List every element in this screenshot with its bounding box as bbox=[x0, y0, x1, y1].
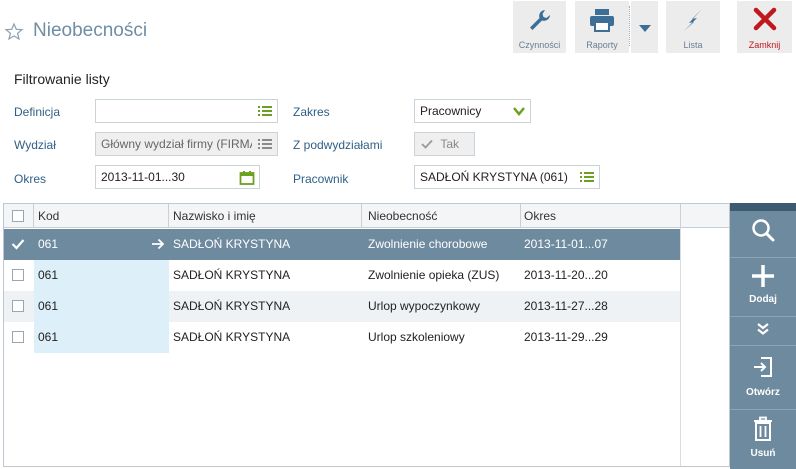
table-header: Kod Nazwisko i imię Nieobecność Okres bbox=[4, 204, 729, 228]
zamknij-button[interactable]: Zamknij bbox=[737, 1, 792, 53]
dodaj-label: Dodaj bbox=[749, 294, 777, 305]
zakres-select[interactable]: Pracownicy bbox=[414, 99, 531, 123]
arrow-right-icon[interactable] bbox=[151, 238, 165, 250]
pracownik-value: SADŁOŃ KRYSTYNA (061) bbox=[420, 170, 568, 184]
raporty-label: Raporty bbox=[586, 40, 618, 50]
double-chevron-down-icon bbox=[757, 323, 769, 335]
column-divider bbox=[33, 204, 34, 228]
column-divider bbox=[680, 204, 681, 228]
okres-label: Okres bbox=[14, 172, 47, 186]
row-checkbox[interactable] bbox=[12, 269, 24, 281]
czynnosci-label: Czynności bbox=[518, 40, 561, 50]
column-header-nazwisko[interactable]: Nazwisko i imię bbox=[173, 209, 256, 223]
czynnosci-button[interactable]: Czynności bbox=[513, 1, 566, 53]
more-actions-button[interactable] bbox=[730, 322, 796, 342]
check-icon[interactable] bbox=[11, 238, 25, 250]
sign-in-icon bbox=[754, 357, 772, 377]
action-panel: Dodaj Otwórz Usuń bbox=[730, 203, 796, 469]
column-divider bbox=[520, 204, 521, 228]
cell-okres: 2013-11-01...07 bbox=[524, 237, 608, 251]
zakres-value: Pracownicy bbox=[420, 104, 482, 118]
otworz-button[interactable]: Otwórz bbox=[730, 355, 796, 405]
filter-section-title: Filtrowanie listy bbox=[14, 71, 110, 87]
list-icon[interactable] bbox=[579, 170, 595, 184]
calendar-icon[interactable] bbox=[239, 170, 255, 185]
okres-field[interactable]: 2013-11-01...30 bbox=[95, 165, 260, 189]
table-right-strip bbox=[680, 228, 729, 466]
cell-nazwisko: SADŁOŃ KRYSTYNA bbox=[173, 330, 291, 344]
lista-button[interactable]: Lista bbox=[666, 1, 720, 53]
row-checkbox[interactable] bbox=[12, 331, 24, 343]
raporty-button[interactable]: Raporty bbox=[575, 1, 629, 53]
column-divider bbox=[168, 204, 169, 228]
close-icon bbox=[753, 7, 776, 31]
otworz-label: Otwórz bbox=[746, 387, 780, 398]
zamknij-label: Zamknij bbox=[748, 40, 781, 50]
list-icon[interactable] bbox=[257, 137, 273, 151]
podwydzialy-toggle[interactable]: Tak bbox=[414, 132, 475, 156]
list-icon[interactable] bbox=[257, 104, 273, 118]
cell-kod: 061 bbox=[38, 330, 59, 344]
wydzial-value: Główny wydział firmy (FIRMA) bbox=[101, 137, 252, 151]
definicja-label: Definicja bbox=[14, 105, 61, 119]
podwydzialy-label: Z podwydziałami bbox=[293, 138, 383, 152]
cell-kod: 061 bbox=[38, 237, 59, 251]
column-header-kod[interactable]: Kod bbox=[38, 209, 59, 223]
trash-icon bbox=[754, 416, 772, 441]
zakres-label: Zakres bbox=[293, 105, 330, 119]
title-bar: Nieobecności Czynności Raporty Lista Zam… bbox=[0, 0, 796, 62]
action-separator bbox=[730, 345, 796, 346]
wrench-icon bbox=[529, 10, 550, 30]
table-row[interactable]: 061 SADŁOŃ KRYSTYNA Urlop szkoleniowy 20… bbox=[4, 322, 680, 353]
search-button[interactable] bbox=[730, 217, 796, 253]
cell-nazwisko: SADŁOŃ KRYSTYNA bbox=[173, 299, 291, 313]
wydzial-label: Wydział bbox=[14, 138, 56, 152]
action-separator bbox=[730, 409, 796, 410]
table-row[interactable]: 061 SADŁOŃ KRYSTYNA Urlop wypoczynkowy 2… bbox=[4, 291, 680, 322]
cell-okres: 2013-11-27...28 bbox=[524, 299, 608, 313]
table-row[interactable]: 061 SADŁOŃ KRYSTYNA Zwolnienie chorobowe… bbox=[4, 229, 680, 260]
favorite-star-icon[interactable] bbox=[4, 22, 24, 42]
page-title: Nieobecności bbox=[33, 20, 148, 41]
toolbar-separator bbox=[629, 6, 630, 46]
cell-kod: 061 bbox=[38, 299, 59, 313]
usun-label: Usuń bbox=[750, 448, 776, 459]
table-row[interactable]: 061 SADŁOŃ KRYSTYNA Zwolnienie opieka (Z… bbox=[4, 260, 680, 291]
podwydzialy-value: Tak bbox=[440, 137, 460, 151]
cell-okres: 2013-11-20...20 bbox=[524, 268, 608, 282]
dodaj-button[interactable]: Dodaj bbox=[730, 263, 796, 313]
chevron-down-icon bbox=[513, 107, 525, 116]
action-panel-top-bar bbox=[730, 203, 796, 211]
column-header-nieobecnosc[interactable]: Nieobecność bbox=[368, 209, 437, 223]
cell-okres: 2013-11-29...29 bbox=[524, 330, 608, 344]
wydzial-field[interactable]: Główny wydział firmy (FIRMA) bbox=[95, 132, 278, 156]
okres-value: 2013-11-01...30 bbox=[101, 170, 185, 184]
action-separator bbox=[730, 316, 796, 317]
column-divider bbox=[361, 204, 362, 228]
usun-button[interactable]: Usuń bbox=[730, 416, 796, 466]
definicja-field[interactable] bbox=[95, 99, 278, 123]
pracownik-label: Pracownik bbox=[293, 172, 349, 186]
cell-nazwisko: SADŁOŃ KRYSTYNA bbox=[173, 268, 291, 282]
absences-table: Kod Nazwisko i imię Nieobecność Okres 06… bbox=[3, 203, 730, 467]
column-header-okres[interactable]: Okres bbox=[524, 209, 556, 223]
cell-nieobecnosc: Urlop wypoczynkowy bbox=[368, 299, 481, 313]
action-separator bbox=[730, 257, 796, 258]
printer-icon bbox=[590, 9, 614, 32]
pracownik-field[interactable]: SADŁOŃ KRYSTYNA (061) bbox=[414, 165, 600, 189]
select-all-checkbox[interactable] bbox=[12, 210, 24, 222]
row-checkbox[interactable] bbox=[12, 300, 24, 312]
lista-label: Lista bbox=[683, 40, 703, 50]
cell-kod: 061 bbox=[38, 268, 59, 282]
check-icon bbox=[421, 139, 433, 149]
chevron-down-icon bbox=[638, 25, 651, 32]
cell-nieobecnosc: Urlop szkoleniowy bbox=[368, 330, 465, 344]
cell-nieobecnosc: Zwolnienie chorobowe bbox=[368, 237, 488, 251]
raporty-dropdown-button[interactable] bbox=[631, 1, 658, 53]
search-icon bbox=[752, 219, 775, 242]
plus-icon bbox=[752, 265, 774, 287]
cell-nazwisko: SADŁOŃ KRYSTYNA bbox=[173, 237, 291, 251]
cell-nieobecnosc: Zwolnienie opieka (ZUS) bbox=[368, 268, 500, 282]
lightning-icon bbox=[684, 9, 702, 31]
